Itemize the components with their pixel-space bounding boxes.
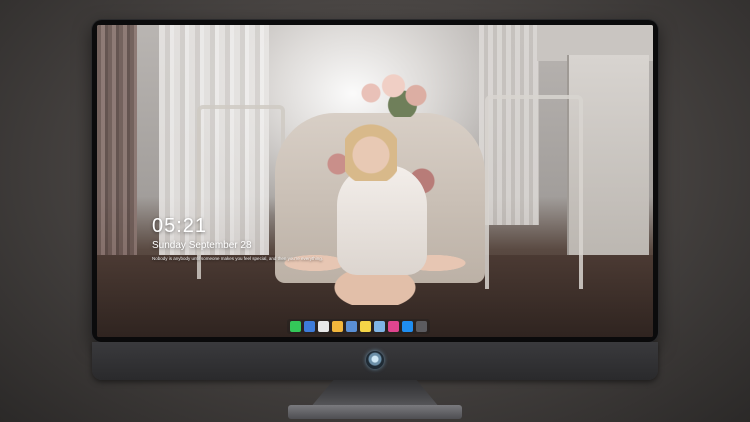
dock [287,319,430,334]
lock-quote: Nobody is anybody until someone makes yo… [152,256,323,261]
screen-bezel: 05:21 Sunday September 28 Nobody is anyb… [92,20,658,342]
camera-icon[interactable] [416,321,427,332]
messages-icon[interactable] [290,321,301,332]
wallpaper-flowers [353,69,443,117]
wallpaper-chair-left [197,105,285,279]
monitor-stand [310,380,440,408]
photos-icon[interactable] [332,321,343,332]
wallpaper-girl-head [345,123,397,181]
lock-clock: 05:21 [152,215,208,237]
lock-date: Sunday September 28 [152,240,252,251]
clapper-icon[interactable] [346,321,357,332]
wallpaper-curtain-left [97,25,137,265]
logo-icon [366,351,384,369]
finder-icon[interactable] [304,321,315,332]
wallpaper-girl-body [337,165,427,275]
preview-icon[interactable] [374,321,385,332]
notes-icon[interactable] [360,321,371,332]
music-icon[interactable] [388,321,399,332]
safari-icon[interactable] [318,321,329,332]
wallpaper-chair-right [485,95,583,289]
app-store-icon[interactable] [402,321,413,332]
monitor-stand-base [288,405,462,419]
desktop-monitor: 05:21 Sunday September 28 Nobody is anyb… [92,20,658,380]
lock-screen[interactable]: 05:21 Sunday September 28 Nobody is anyb… [97,25,653,337]
